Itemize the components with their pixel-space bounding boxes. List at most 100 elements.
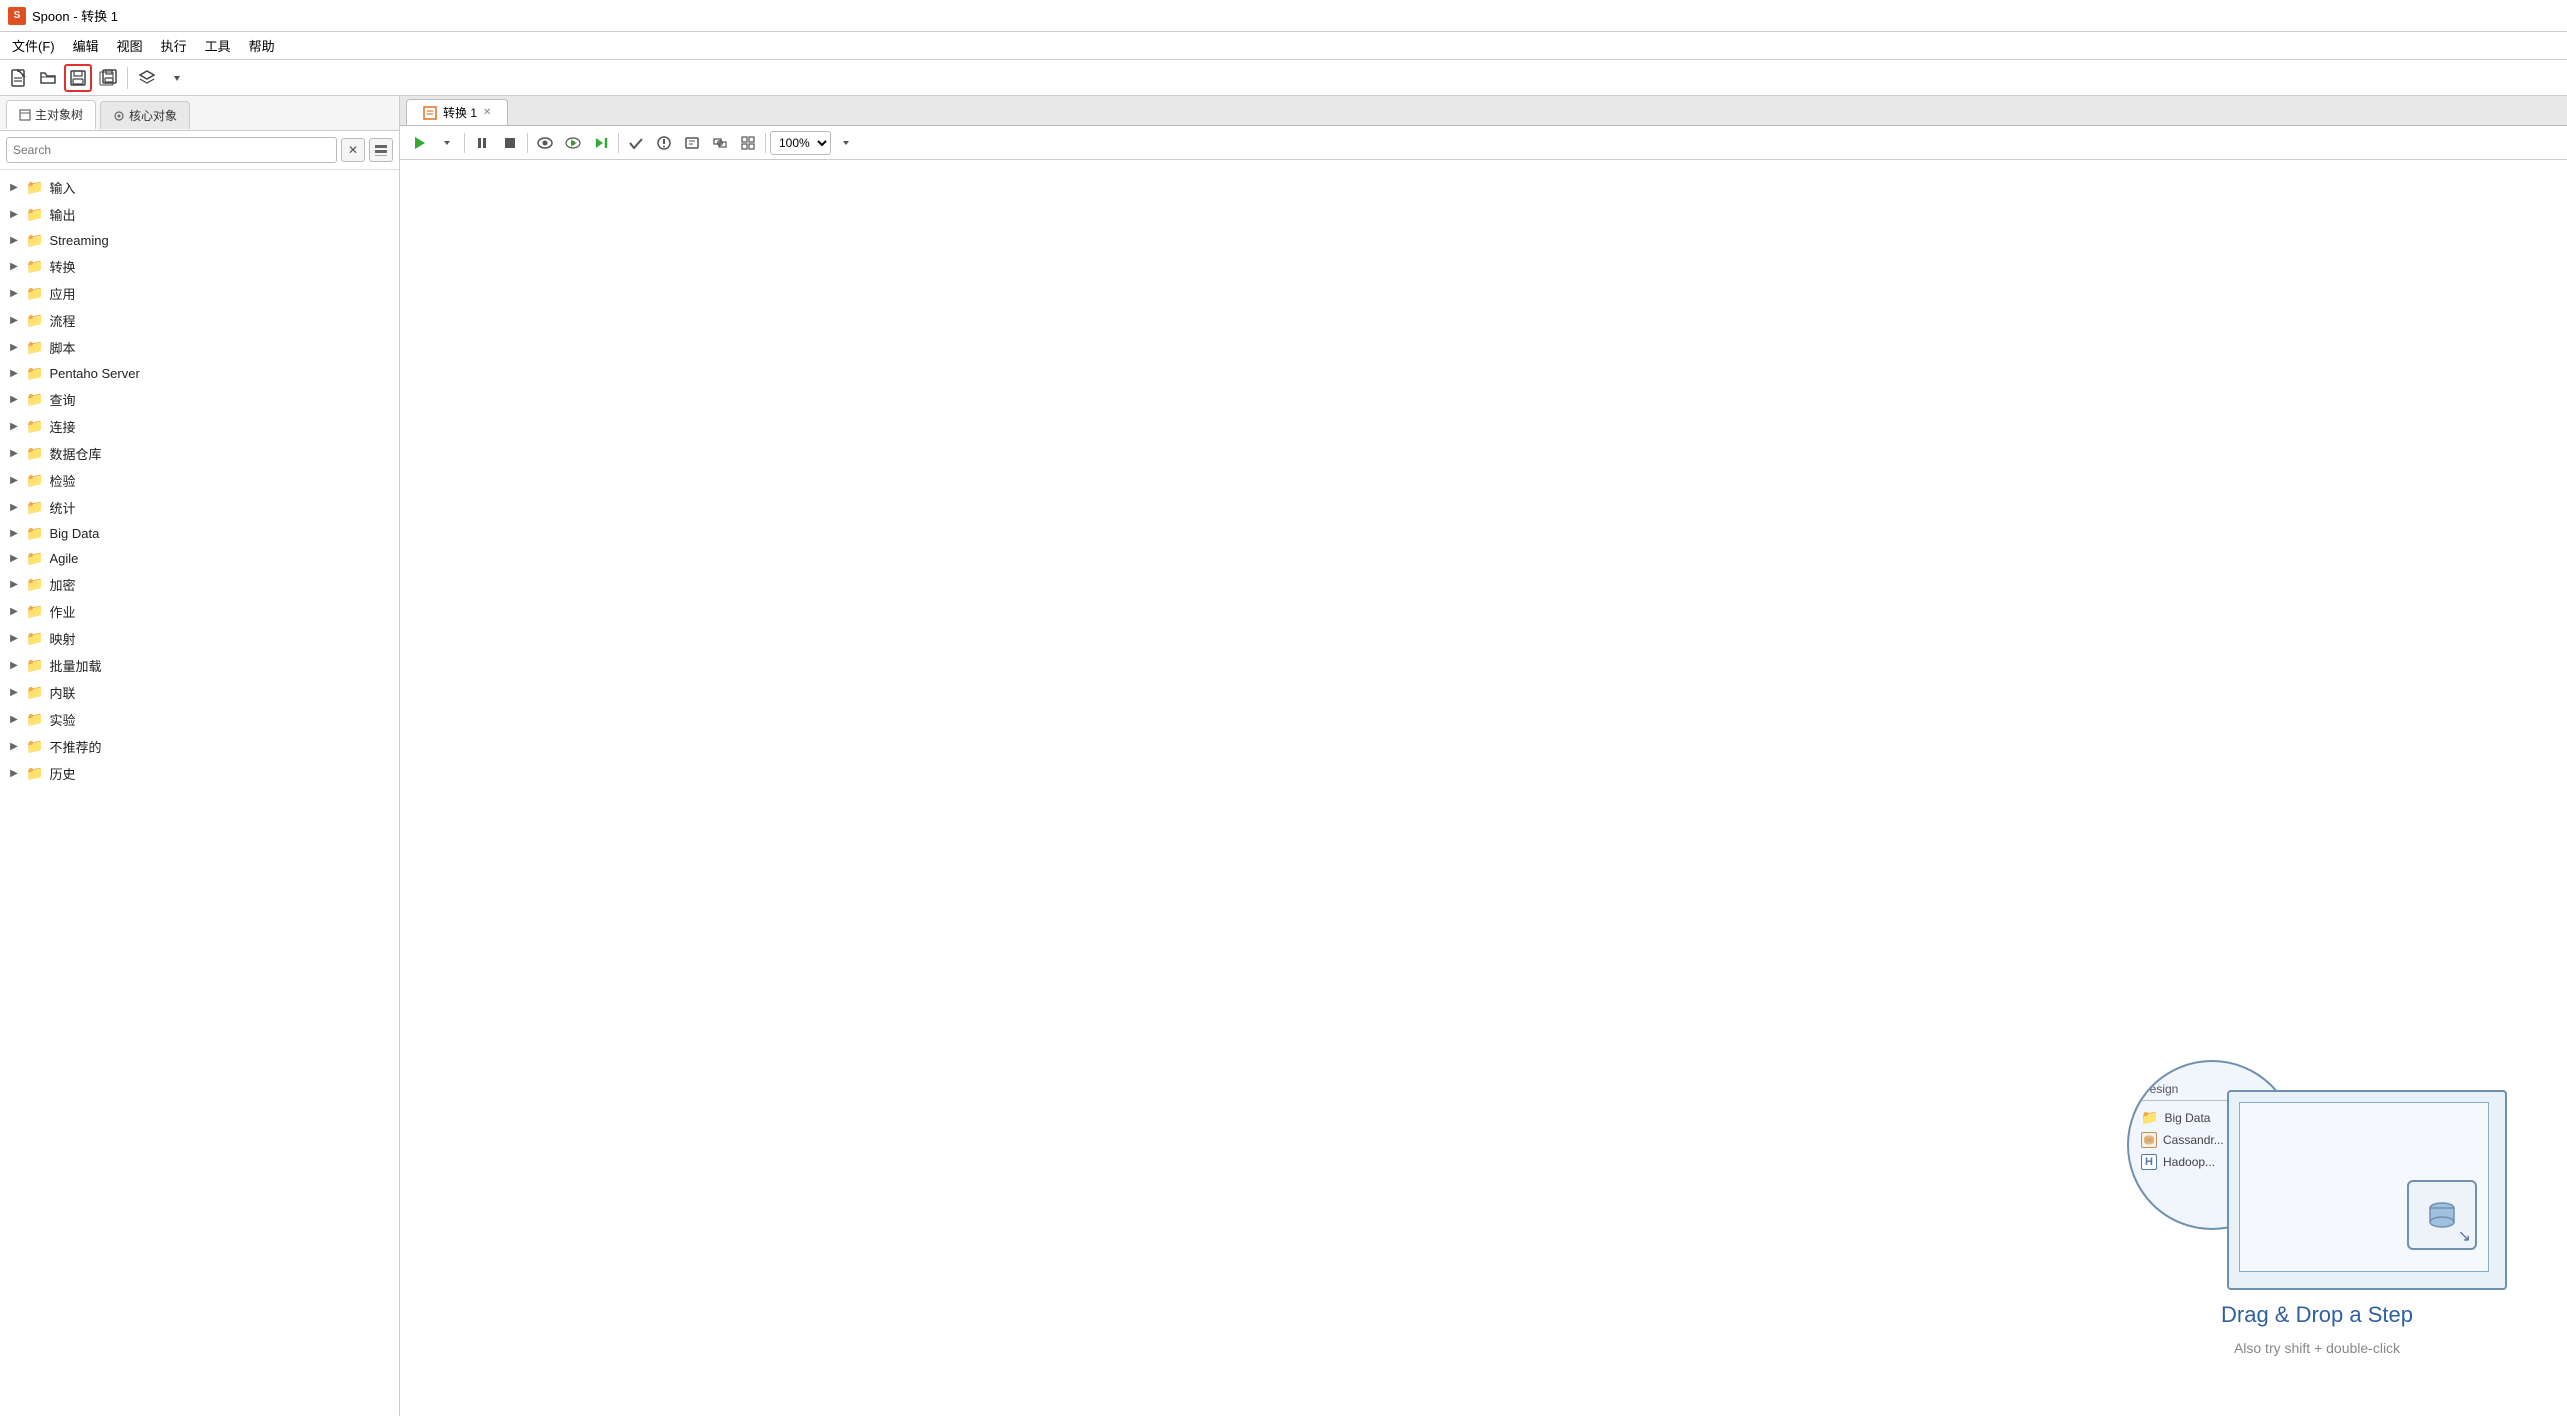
folder-icon: 📁	[26, 738, 43, 755]
arrow-icon: ▶	[8, 209, 20, 220]
zoom-selector[interactable]: 50% 75% 100% 150% 200%	[770, 131, 831, 155]
search-clear-button[interactable]: ✕	[341, 138, 365, 162]
tree-item-history[interactable]: ▶ 📁 历史	[0, 760, 399, 787]
run-preview-icon	[565, 135, 581, 151]
tab-core-objects-label: 核心对象	[129, 107, 177, 124]
tree-item-label: Streaming	[49, 233, 108, 248]
tree-item-label: 统计	[49, 498, 75, 517]
tree-item-label: Big Data	[49, 526, 99, 541]
canvas-tab-close[interactable]: ✕	[483, 107, 491, 118]
tree-item-label: Pentaho Server	[49, 366, 139, 381]
folder-icon: 📁	[26, 472, 43, 489]
step-run-button[interactable]	[588, 130, 614, 156]
folder-icon: 📁	[26, 603, 43, 620]
folder-icon: 📁	[26, 232, 43, 249]
tree-item-input[interactable]: ▶ 📁 输入	[0, 174, 399, 201]
grid-button[interactable]	[735, 130, 761, 156]
folder-icon: 📁	[26, 339, 43, 356]
sql-button[interactable]	[679, 130, 705, 156]
impact-button[interactable]	[651, 130, 677, 156]
arrow-icon: ▶	[8, 421, 20, 432]
zoom-hadoop-label: Hadoop...	[2163, 1155, 2215, 1169]
tree-item-encrypt[interactable]: ▶ 📁 加密	[0, 571, 399, 598]
arrow-icon: ▶	[8, 553, 20, 564]
check-icon	[628, 135, 644, 151]
arrow-icon: ▶	[8, 288, 20, 299]
tab-main-objects[interactable]: 主对象树	[6, 100, 96, 130]
run-dropdown-button[interactable]	[434, 130, 460, 156]
tree-item-label: 历史	[49, 764, 75, 783]
check-button[interactable]	[623, 130, 649, 156]
tree-item-label: 输出	[49, 205, 75, 224]
search-input[interactable]	[6, 137, 337, 163]
folder-icon: 📁	[26, 576, 43, 593]
tree-item-mapping[interactable]: ▶ 📁 映射	[0, 625, 399, 652]
tree-item-validate[interactable]: ▶ 📁 检验	[0, 467, 399, 494]
sql-icon	[684, 135, 700, 151]
run-dropdown-icon	[443, 139, 451, 147]
tree-item-datawarehouse[interactable]: ▶ 📁 数据仓库	[0, 440, 399, 467]
folder-icon: 📁	[26, 657, 43, 674]
tree-item-script[interactable]: ▶ 📁 脚本	[0, 334, 399, 361]
tree-item-transform[interactable]: ▶ 📁 转换	[0, 253, 399, 280]
stop-button[interactable]	[497, 130, 523, 156]
preview-button[interactable]	[532, 130, 558, 156]
menu-run[interactable]: 执行	[153, 33, 195, 58]
menu-file[interactable]: 文件(F)	[4, 33, 63, 58]
arrow-icon: ▶	[8, 768, 20, 779]
main-toolbar	[0, 60, 2567, 96]
menu-view[interactable]: 视图	[109, 33, 151, 58]
tree-item-agile[interactable]: ▶ 📁 Agile	[0, 546, 399, 571]
tree-item-bigdata[interactable]: ▶ 📁 Big Data	[0, 521, 399, 546]
tree-item-experiment[interactable]: ▶ 📁 实验	[0, 706, 399, 733]
zoom-dropdown-button[interactable]	[833, 130, 859, 156]
arrow-icon: ▶	[8, 394, 20, 405]
dropdown-arrow-button[interactable]	[163, 64, 191, 92]
zoom-folder-icon: 📁	[2141, 1109, 2158, 1126]
new-file-icon	[9, 69, 27, 87]
save-file-button[interactable]	[64, 64, 92, 92]
folder-icon: 📁	[26, 285, 43, 302]
tree-item-bulkload[interactable]: ▶ 📁 批量加载	[0, 652, 399, 679]
tree-item-deprecated[interactable]: ▶ 📁 不推荐的	[0, 733, 399, 760]
tab-core-objects[interactable]: 核心对象	[100, 101, 190, 129]
title-bar: S Spoon - 转换 1	[0, 0, 2567, 32]
menu-edit[interactable]: 编辑	[65, 33, 107, 58]
run-button[interactable]	[406, 130, 432, 156]
zoom-bigdata-label: Big Data	[2164, 1111, 2210, 1125]
tree-item-job[interactable]: ▶ 📁 作业	[0, 598, 399, 625]
stop-icon	[502, 135, 518, 151]
tree-item-flow[interactable]: ▶ 📁 流程	[0, 307, 399, 334]
canvas-separator-3	[618, 133, 619, 153]
arrow-icon: ▶	[8, 261, 20, 272]
search-collapse-button[interactable]	[369, 138, 393, 162]
tree-item-pentaho[interactable]: ▶ 📁 Pentaho Server	[0, 361, 399, 386]
arrow-icon: ▶	[8, 633, 20, 644]
open-file-button[interactable]	[34, 64, 62, 92]
arrow-icon: ▶	[8, 448, 20, 459]
tree-item-connect[interactable]: ▶ 📁 连接	[0, 413, 399, 440]
canvas[interactable]: Design 📁 Big Data	[400, 160, 2567, 1416]
tree-item-output[interactable]: ▶ 📁 输出	[0, 201, 399, 228]
zoom-cassandra-label: Cassandr...	[2163, 1133, 2224, 1147]
tree-item-inline[interactable]: ▶ 📁 内联	[0, 679, 399, 706]
pause-button[interactable]	[469, 130, 495, 156]
tree-item-apply[interactable]: ▶ 📁 应用	[0, 280, 399, 307]
save-all-button[interactable]	[94, 64, 122, 92]
folder-icon: 📁	[26, 765, 43, 782]
folder-icon: 📁	[26, 418, 43, 435]
arrow-icon: ▶	[8, 579, 20, 590]
tree-item-label: 输入	[49, 178, 75, 197]
menu-tools[interactable]: 工具	[197, 33, 239, 58]
folder-icon: 📁	[26, 684, 43, 701]
new-file-button[interactable]	[4, 64, 32, 92]
layers-button[interactable]	[133, 64, 161, 92]
tree-item-stats[interactable]: ▶ 📁 统计	[0, 494, 399, 521]
explore-button[interactable]	[707, 130, 733, 156]
tree-item-label: 检验	[49, 471, 75, 490]
menu-help[interactable]: 帮助	[241, 33, 283, 58]
tree-item-streaming[interactable]: ▶ 📁 Streaming	[0, 228, 399, 253]
tree-item-query[interactable]: ▶ 📁 查询	[0, 386, 399, 413]
run-preview-button[interactable]	[560, 130, 586, 156]
canvas-tab-transform1[interactable]: 转换 1 ✕	[406, 99, 508, 125]
